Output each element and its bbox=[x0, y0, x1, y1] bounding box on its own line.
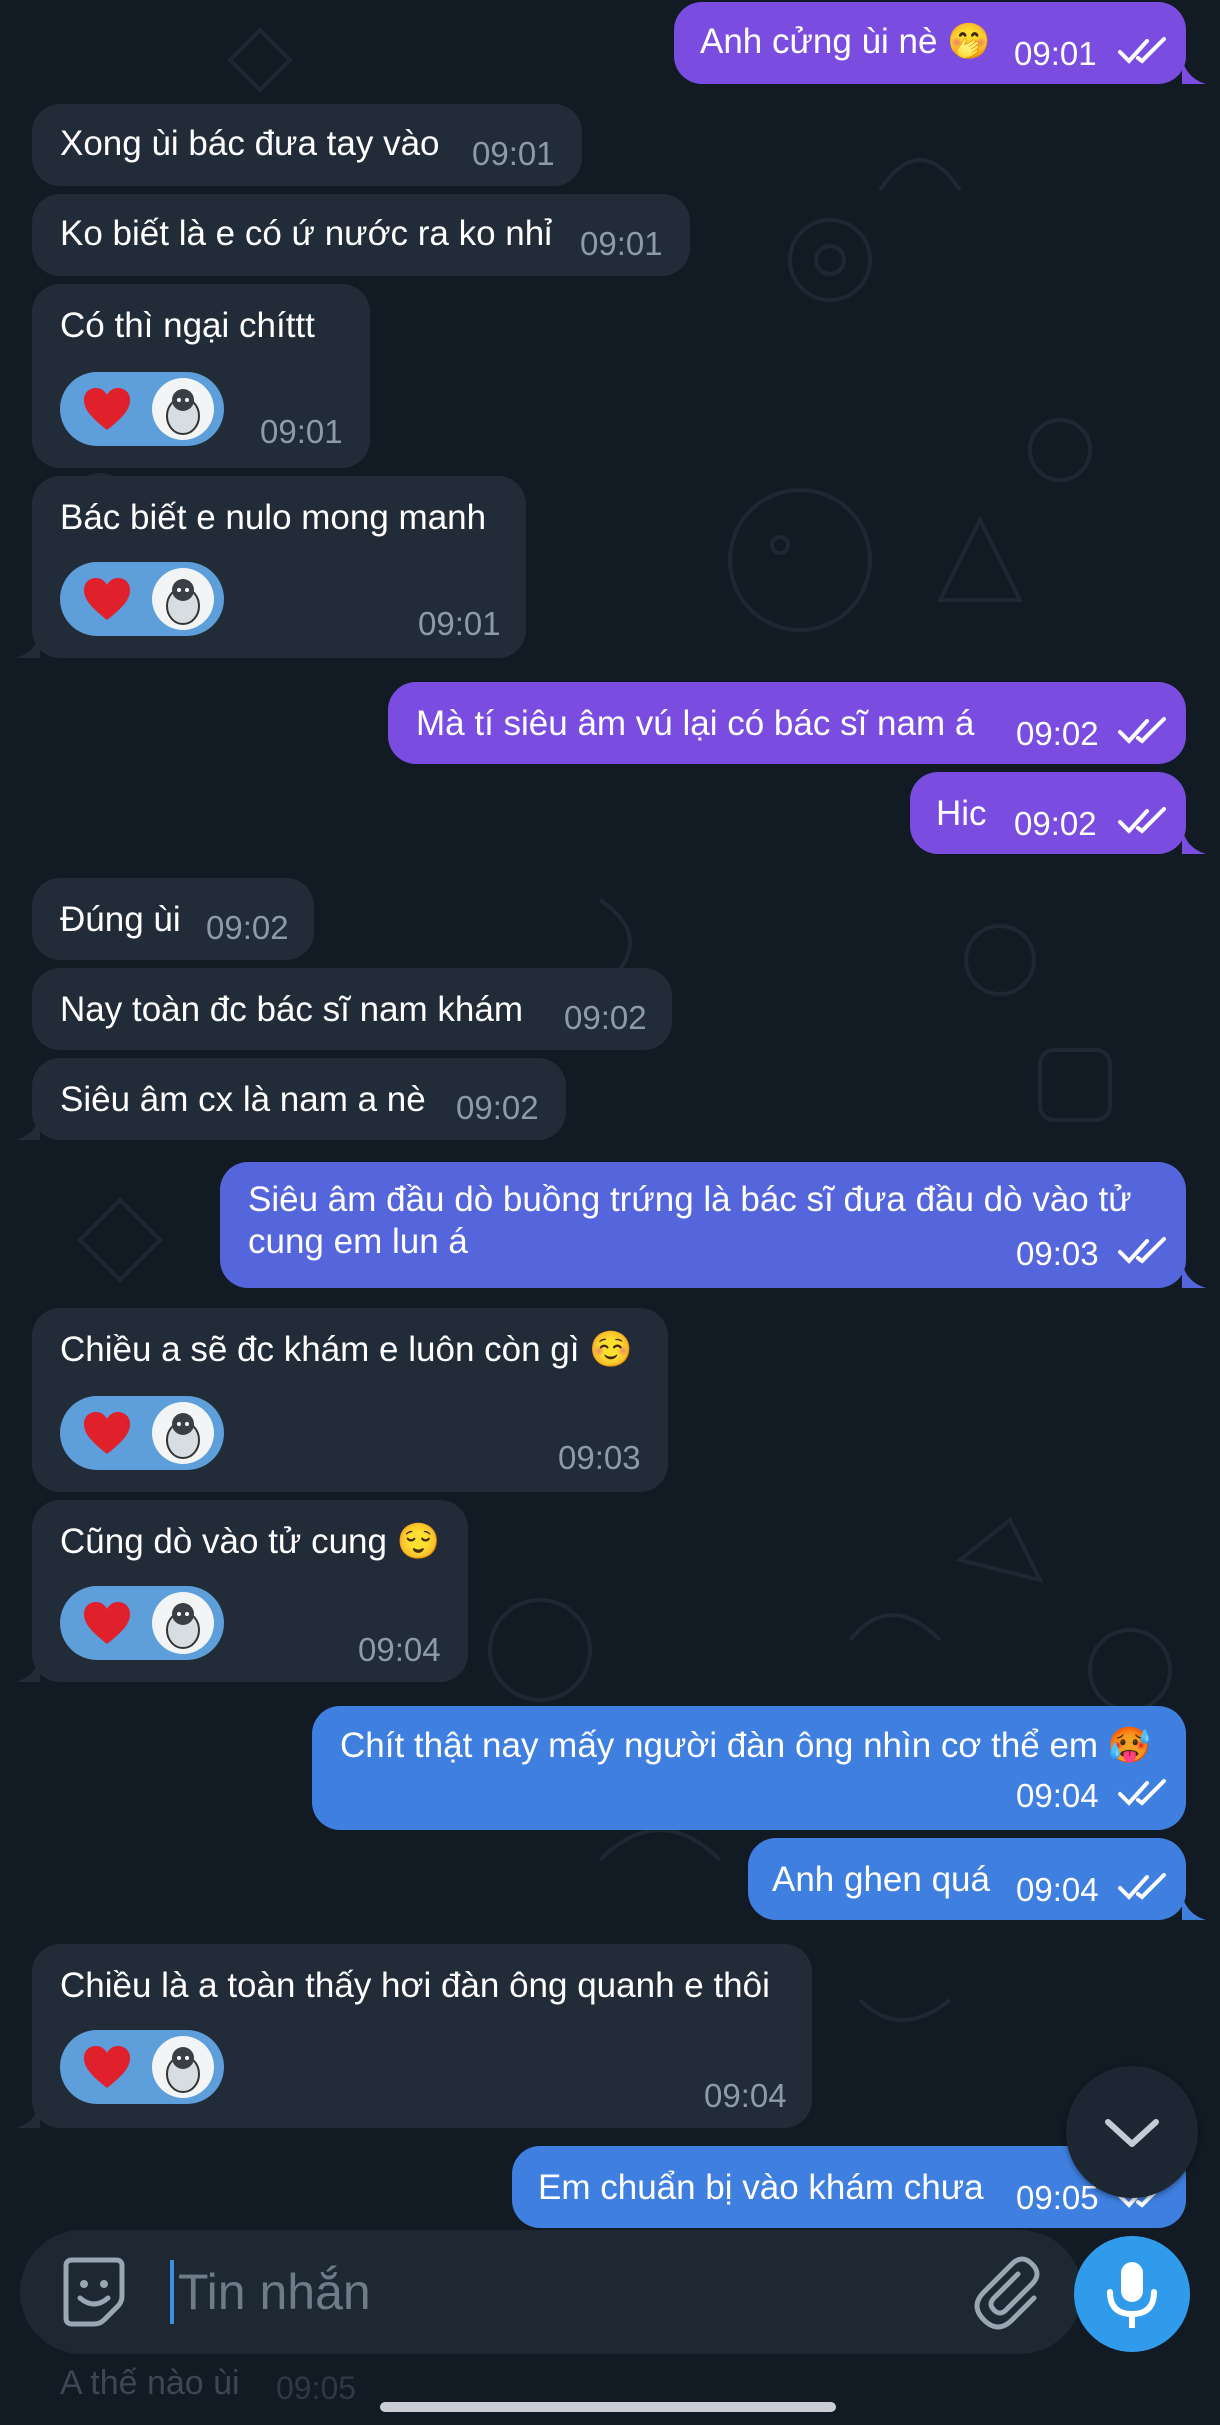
message-text: Anh cửng ùi nè 🤭 bbox=[700, 22, 991, 61]
scroll-down-button[interactable] bbox=[1066, 2066, 1198, 2198]
message-time: 09:02 bbox=[1014, 805, 1097, 842]
red-heart-icon bbox=[84, 388, 130, 430]
message-time: 09:04 bbox=[358, 1631, 441, 1668]
microphone-icon bbox=[1107, 2262, 1157, 2328]
message-text: Em chuẩn bị vào khám chưa bbox=[538, 2168, 984, 2207]
message-text: Đúng ùi bbox=[60, 900, 181, 939]
message-time: 09:04 bbox=[704, 2077, 787, 2114]
message-text: Chiều là a toàn thấy hơi đàn ông quanh e… bbox=[60, 1966, 770, 2005]
message-text: Siêu âm cx là nam a nè bbox=[60, 1080, 426, 1119]
message-text: Chít thật nay mấy người đàn ông nhìn cơ … bbox=[340, 1726, 1152, 1765]
text-cursor bbox=[170, 2260, 174, 2324]
message-time: 09:01 bbox=[260, 413, 343, 450]
message-time: 09:04 bbox=[1016, 1871, 1099, 1908]
reactor-avatar bbox=[152, 568, 214, 630]
message-bubble[interactable]: Anh ghen quá 09:04 bbox=[748, 1838, 1186, 1920]
double-check-icon bbox=[1118, 1779, 1166, 1806]
message-time: 09:01 bbox=[472, 135, 555, 172]
double-check-icon bbox=[1118, 1237, 1166, 1264]
message-text: Chiều a sẽ đc khám e luôn còn gì ☺️ bbox=[60, 1330, 633, 1369]
message-time: 09:03 bbox=[558, 1439, 641, 1476]
home-indicator[interactable] bbox=[380, 2402, 836, 2412]
reactor-avatar bbox=[152, 1402, 214, 1464]
double-check-icon bbox=[1118, 1873, 1166, 1900]
red-heart-icon bbox=[84, 2046, 130, 2088]
bubble-tail bbox=[1182, 58, 1206, 84]
message-text-line-1: Siêu âm đầu dò buồng trứng là bác sĩ đưa… bbox=[248, 1180, 1132, 1219]
message-text-line-2: cung em lun á bbox=[248, 1222, 468, 1261]
message-time: 09:02 bbox=[1016, 715, 1099, 752]
message-text: Anh ghen quá bbox=[772, 1860, 990, 1899]
message-bubble[interactable]: Đúng ùi 09:02 bbox=[32, 878, 314, 960]
reaction-pill[interactable] bbox=[60, 2030, 224, 2104]
double-check-icon bbox=[1118, 807, 1166, 834]
reaction-pill[interactable] bbox=[60, 562, 224, 636]
double-check-icon bbox=[1118, 717, 1166, 744]
message-text: Hic bbox=[936, 794, 987, 833]
message-time: 09:02 bbox=[456, 1089, 539, 1126]
message-bubble[interactable]: Chiều là a toàn thấy hơi đàn ông quanh e… bbox=[32, 1944, 812, 2128]
message-input-placeholder: Tin nhắn bbox=[178, 2264, 371, 2320]
bubble-tail bbox=[1182, 828, 1206, 854]
bubble-tail bbox=[16, 1114, 40, 1140]
message-bubble[interactable]: Bác biết e nulo mong manh 09:01 bbox=[32, 476, 526, 658]
chevron-down-icon bbox=[1105, 2119, 1159, 2147]
message-bubble[interactable]: Siêu âm cx là nam a nè 09:02 bbox=[32, 1058, 566, 1140]
reaction-pill[interactable] bbox=[60, 1396, 224, 1470]
reactor-avatar bbox=[152, 2036, 214, 2098]
message-time: 09:02 bbox=[564, 999, 647, 1036]
bubble-tail bbox=[16, 1656, 40, 1682]
message-bubble[interactable]: Hic 09:02 bbox=[910, 772, 1186, 854]
hidden-message-time: 09:05 bbox=[276, 2370, 357, 2406]
composer-bar: Tin nhắn bbox=[20, 2230, 1082, 2354]
red-heart-icon bbox=[84, 578, 130, 620]
message-bubble[interactable]: Anh cửng ùi nè 🤭 09:01 bbox=[674, 2, 1186, 84]
message-text: Ko biết là e có ứ nước ra ko nhỉ bbox=[60, 214, 552, 253]
message-bubble[interactable]: Chít thật nay mấy người đàn ông nhìn cơ … bbox=[312, 1706, 1186, 1830]
hidden-message-preview: A thế nào ùi bbox=[60, 2364, 240, 2402]
message-time: 09:04 bbox=[1016, 1777, 1099, 1814]
message-time: 09:03 bbox=[1016, 1235, 1099, 1272]
message-input[interactable]: Tin nhắn bbox=[170, 2252, 950, 2332]
message-time: 09:01 bbox=[1014, 35, 1097, 72]
message-text: Bác biết e nulo mong manh bbox=[60, 498, 487, 537]
message-time: 09:02 bbox=[206, 909, 289, 946]
reaction-pill[interactable] bbox=[60, 1586, 224, 1660]
message-text: Cũng dò vào tử cung 😌 bbox=[60, 1522, 441, 1561]
message-text: Mà tí siêu âm vú lại có bác sĩ nam á bbox=[416, 704, 975, 743]
message-bubble[interactable]: Chiều a sẽ đc khám e luôn còn gì ☺️ 09:0… bbox=[32, 1308, 668, 1492]
message-bubble[interactable]: Nay toàn đc bác sĩ nam khám 09:02 bbox=[32, 968, 672, 1050]
sticker-smiley-icon[interactable] bbox=[54, 2252, 134, 2332]
message-bubble[interactable]: Mà tí siêu âm vú lại có bác sĩ nam á 09:… bbox=[388, 682, 1186, 764]
message-time: 09:01 bbox=[418, 605, 501, 642]
message-text: Có thì ngại chíttt bbox=[60, 306, 315, 345]
double-check-icon bbox=[1118, 37, 1166, 64]
message-text: Xong ùi bác đưa tay vào bbox=[60, 124, 440, 163]
reactor-avatar bbox=[152, 378, 214, 440]
message-time: 09:01 bbox=[580, 225, 663, 262]
bubble-tail bbox=[16, 2102, 40, 2128]
message-bubble[interactable]: Cũng dò vào tử cung 😌 09:04 bbox=[32, 1500, 468, 1682]
paperclip-icon[interactable] bbox=[966, 2252, 1046, 2332]
message-bubble[interactable]: Ko biết là e có ứ nước ra ko nhỉ 09:01 bbox=[32, 194, 690, 276]
bubble-tail bbox=[16, 632, 40, 658]
message-bubble[interactable]: Xong ùi bác đưa tay vào 09:01 bbox=[32, 104, 582, 186]
microphone-button[interactable] bbox=[1074, 2236, 1190, 2352]
message-bubble[interactable]: Siêu âm đầu dò buồng trứng là bác sĩ đưa… bbox=[220, 1162, 1186, 1288]
reactor-avatar bbox=[152, 1592, 214, 1654]
red-heart-icon bbox=[84, 1412, 130, 1454]
message-text: Nay toàn đc bác sĩ nam khám bbox=[60, 990, 523, 1029]
reaction-pill[interactable] bbox=[60, 372, 224, 446]
red-heart-icon bbox=[84, 1602, 130, 1644]
bubble-tail bbox=[1182, 1894, 1206, 1920]
bubble-tail bbox=[1182, 1262, 1206, 1288]
message-bubble[interactable]: Có thì ngại chíttt 09:01 bbox=[32, 284, 370, 468]
